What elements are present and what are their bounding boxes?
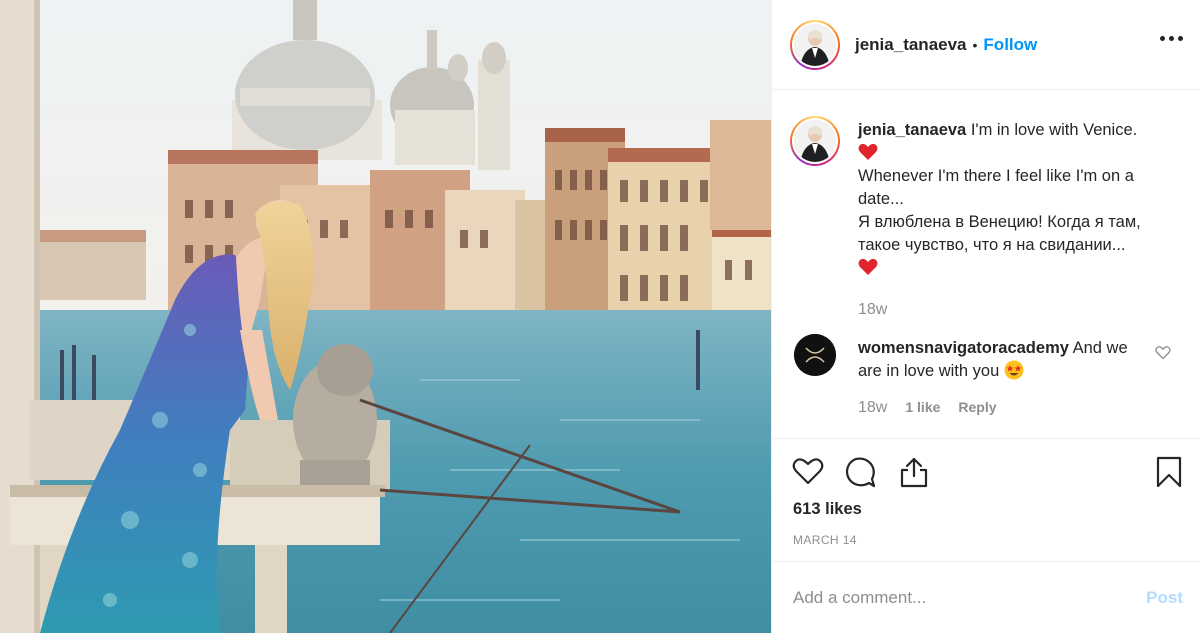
commenter-avatar[interactable] — [794, 334, 836, 376]
likes-count[interactable]: 613 likes — [793, 500, 862, 519]
separator-dot: • — [972, 36, 978, 53]
caption-username[interactable]: jenia_tanaeva — [858, 121, 966, 139]
share-icon[interactable] — [899, 456, 929, 488]
caption-line3: Я влюблена в Венецию! Когда я там, такое… — [858, 213, 1141, 254]
follow-button[interactable]: Follow — [983, 35, 1037, 55]
caption-text: jenia_tanaeva I'm in love with Venice. W… — [858, 119, 1178, 280]
post-date[interactable]: MARCH 14 — [793, 533, 857, 547]
bookmark-icon[interactable] — [1156, 456, 1182, 488]
comment-timestamp[interactable]: 18w — [858, 399, 887, 417]
post-comment-button[interactable]: Post — [1146, 588, 1183, 608]
caption-timestamp[interactable]: 18w — [858, 301, 887, 319]
comment-meta: 18w 1 like Reply — [858, 399, 997, 417]
caption-line1: I'm in love with Venice. — [970, 121, 1138, 139]
red-heart-emoji-icon — [858, 258, 878, 275]
comment-icon[interactable] — [845, 456, 877, 488]
add-comment-bar: Post — [772, 563, 1200, 633]
star-struck-emoji-icon — [1004, 360, 1024, 380]
commenter-logo-icon — [794, 334, 836, 376]
caption-line2: Whenever I'm there I feel like I'm on a … — [858, 167, 1134, 208]
caption-avatar-image — [794, 120, 836, 162]
heart-icon[interactable] — [792, 456, 824, 486]
more-icon[interactable] — [1160, 36, 1183, 41]
comment-likes-count[interactable]: 1 like — [905, 399, 940, 415]
comments-section[interactable]: jenia_tanaeva I'm in love with Venice. W… — [772, 91, 1200, 439]
comment-username[interactable]: womensnavigatoracademy — [858, 339, 1069, 357]
author-avatar[interactable] — [790, 19, 840, 70]
post-header: jenia_tanaeva • Follow — [772, 0, 1200, 90]
add-comment-input[interactable] — [793, 588, 1147, 608]
venice-photo-illustration — [0, 0, 771, 633]
post-photo[interactable] — [0, 0, 771, 633]
author-username[interactable]: jenia_tanaeva — [855, 35, 967, 55]
post-panel: jenia_tanaeva • Follow jenia_tanaeva I'm… — [771, 0, 1200, 633]
author-avatar-image — [794, 23, 836, 66]
reply-button[interactable]: Reply — [958, 399, 996, 415]
red-heart-emoji-icon — [858, 143, 878, 160]
comment-text: womensnavigatoracademy And we are in lov… — [858, 337, 1148, 383]
post-actions: 613 likes MARCH 14 — [772, 440, 1200, 562]
comment-like-heart-icon[interactable] — [1155, 345, 1171, 360]
caption-avatar[interactable] — [790, 116, 840, 166]
